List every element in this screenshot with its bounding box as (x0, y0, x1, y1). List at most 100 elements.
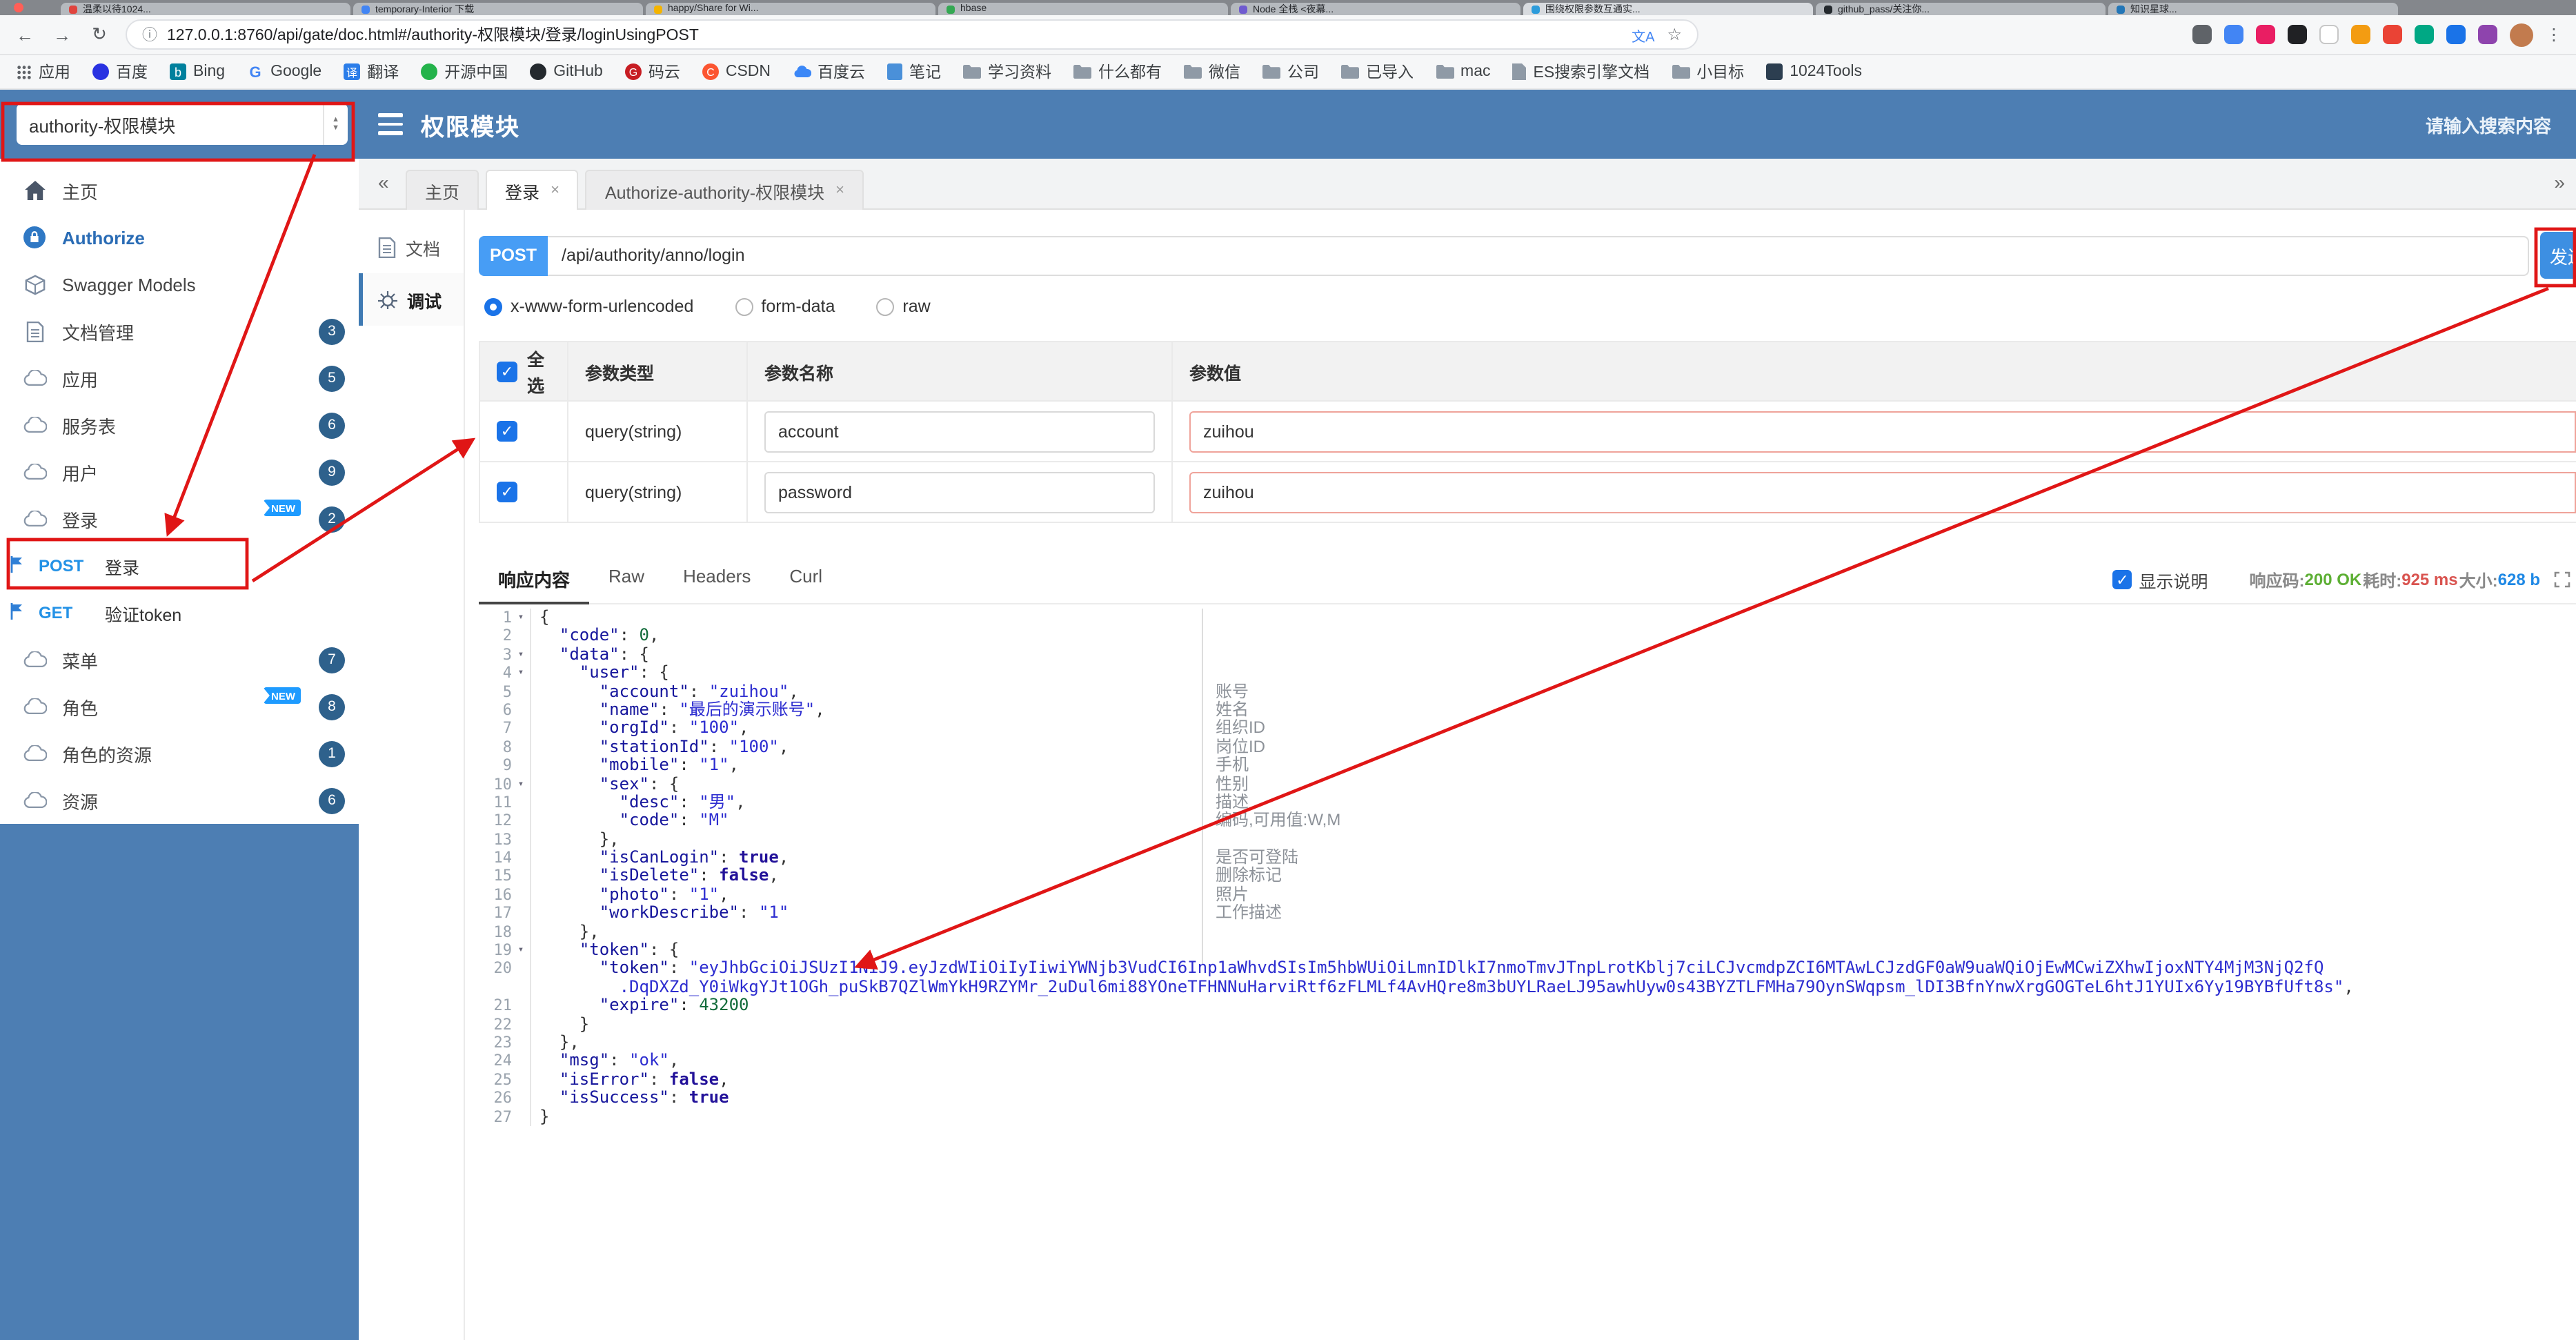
back-icon[interactable]: ← (14, 24, 36, 45)
sidebar-item[interactable]: 应用 5 (0, 355, 359, 402)
content-type-option[interactable]: x-www-form-urlencoded (484, 297, 693, 316)
bookmark-item[interactable]: C CSDN (702, 63, 771, 80)
extension-icon[interactable] (2478, 25, 2497, 44)
bookmark-item[interactable]: G Google (247, 63, 322, 80)
bookmark-item[interactable]: 什么都有 (1073, 61, 1162, 83)
extension-icon[interactable] (2319, 25, 2339, 44)
param-name-input[interactable] (764, 471, 1155, 513)
extension-icon[interactable] (2192, 25, 2212, 44)
sidebar-item[interactable]: 角色的资源 1 (0, 730, 359, 777)
bookmark-item[interactable]: mac (1436, 63, 1491, 80)
browser-tab[interactable]: 温柔以待1024... (61, 3, 350, 15)
url-field[interactable]: ⓘ 127.0.0.1:8760/api/gate/doc.html#/auth… (126, 19, 1698, 50)
bookmark-item[interactable]: G 码云 (624, 61, 680, 83)
bookmark-item[interactable]: 译翻译 (344, 61, 399, 83)
radio-icon[interactable] (484, 297, 502, 315)
reload-icon[interactable]: ↻ (88, 23, 110, 46)
sidebar-item[interactable]: 主页 (0, 167, 359, 214)
radio-icon[interactable] (735, 297, 753, 315)
fold-icon[interactable]: ▾ (512, 775, 530, 794)
tabs-scroll-right-icon[interactable]: » (2554, 171, 2565, 193)
sidebar-item[interactable]: 文档管理 3 (0, 308, 359, 355)
browser-tab[interactable]: github_pass/关注你... (1816, 3, 2106, 15)
bookmark-item[interactable]: 应用 (17, 61, 70, 83)
response-tab[interactable]: 响应内容 (479, 556, 590, 604)
fold-icon[interactable]: ▾ (512, 941, 530, 960)
browser-menu-icon[interactable]: ⋮ (2546, 25, 2562, 44)
bookmark-item[interactable]: 已导入 (1341, 61, 1414, 83)
bookmark-item[interactable]: 1024Tools (1766, 63, 1862, 80)
sidebar-item[interactable]: 登录 NEW 2 (0, 495, 359, 542)
close-window-icon[interactable] (14, 3, 23, 12)
close-icon[interactable]: × (551, 182, 559, 199)
bookmark-item[interactable]: 小目标 (1672, 61, 1744, 83)
extension-icon[interactable] (2415, 25, 2434, 44)
sidebar-item[interactable]: Swagger Models (0, 261, 359, 308)
profile-avatar[interactable] (2510, 23, 2533, 46)
forward-icon[interactable]: → (51, 24, 73, 45)
content-type-option[interactable]: form-data (735, 297, 835, 316)
browser-tab[interactable]: 知识星球... (2108, 3, 2398, 15)
extension-icon[interactable] (2446, 25, 2466, 44)
bookmark-item[interactable]: 微信 (1184, 61, 1240, 83)
endpoint-item[interactable]: POST 登录 (0, 542, 359, 589)
bookmark-item[interactable]: GitHub (530, 63, 603, 80)
extension-icon[interactable] (2351, 25, 2370, 44)
extension-icon[interactable] (2256, 25, 2275, 44)
bookmark-item[interactable]: 百度云 (793, 61, 865, 83)
row-checkbox[interactable]: ✓ (497, 482, 517, 502)
response-tab[interactable]: Headers (664, 556, 770, 604)
menu-toggle-icon[interactable] (378, 113, 403, 135)
request-path-input[interactable] (548, 235, 2529, 275)
checkbox-icon[interactable]: ✓ (2112, 570, 2132, 589)
bookmark-star-icon[interactable]: ☆ (1667, 25, 1682, 44)
response-tab[interactable]: Curl (770, 556, 842, 604)
extension-icon[interactable] (2288, 25, 2307, 44)
tabs-scroll-left-icon[interactable]: « (378, 171, 389, 193)
browser-tab[interactable]: happy/Share for Wi... (646, 3, 935, 15)
site-info-icon[interactable]: ⓘ (142, 23, 157, 46)
select-all-checkbox[interactable]: ✓ (497, 361, 517, 382)
doc-tab[interactable]: 登录 × (486, 170, 579, 210)
bookmark-item[interactable]: 公司 (1262, 61, 1319, 83)
fullscreen-icon[interactable] (2554, 571, 2570, 588)
doc-tab[interactable]: Authorize-authority-权限模块 × (585, 170, 864, 210)
sidebar-item[interactable]: Authorize (0, 214, 359, 261)
sidebar-item[interactable]: 资源 6 (0, 777, 359, 824)
mini-nav-debug[interactable]: 调试 (359, 273, 464, 326)
extension-icon[interactable] (2224, 25, 2243, 44)
bookmark-item[interactable]: 学习资料 (963, 61, 1051, 83)
fold-icon[interactable]: ▾ (512, 609, 530, 627)
fold-icon[interactable]: ▾ (512, 646, 530, 664)
bookmark-item[interactable]: 开源中国 (421, 61, 508, 83)
show-description-toggle[interactable]: ✓ 显示说明 (2112, 566, 2208, 593)
bookmark-item[interactable]: b Bing (170, 63, 225, 80)
extension-icon[interactable] (2383, 25, 2402, 44)
translate-icon[interactable]: 文A (1632, 24, 1654, 45)
browser-tab[interactable]: temporary-Interior 下载 (353, 3, 643, 15)
sidebar-item[interactable]: 服务表 6 (0, 402, 359, 449)
browser-tab[interactable]: Node 全栈 <夜幕... (1231, 3, 1520, 15)
bookmark-item[interactable]: ES搜索引擎文档 (1512, 61, 1649, 83)
mini-nav-doc[interactable]: 文档 (359, 221, 464, 273)
param-value-input[interactable] (1189, 411, 2576, 452)
sidebar-item[interactable]: 菜单 7 (0, 636, 359, 683)
browser-tab[interactable]: hbase (938, 3, 1228, 15)
param-value-input[interactable] (1189, 471, 2576, 513)
response-tab[interactable]: Raw (589, 556, 664, 604)
bookmark-item[interactable]: 笔记 (887, 61, 941, 83)
send-button[interactable]: 发送 (2540, 232, 2576, 279)
param-name-input[interactable] (764, 411, 1155, 452)
browser-tab[interactable]: 围绕权限参数互通实... (1523, 3, 1813, 15)
group-select[interactable]: authority-权限模块 ▲ ▼ (17, 104, 348, 145)
sidebar-item[interactable]: 角色 NEW 8 (0, 683, 359, 730)
row-checkbox[interactable]: ✓ (497, 421, 517, 442)
endpoint-item[interactable]: GET 验证token (0, 589, 359, 636)
fold-icon[interactable]: ▾ (512, 664, 530, 682)
sidebar-item[interactable]: 用户 9 (0, 449, 359, 495)
header-search[interactable]: 请输入搜索内容 (2426, 111, 2551, 137)
bookmark-item[interactable]: 百度 (92, 61, 148, 83)
radio-icon[interactable] (876, 297, 895, 315)
doc-tab[interactable]: 主页 (406, 170, 479, 210)
content-type-option[interactable]: raw (876, 297, 931, 316)
